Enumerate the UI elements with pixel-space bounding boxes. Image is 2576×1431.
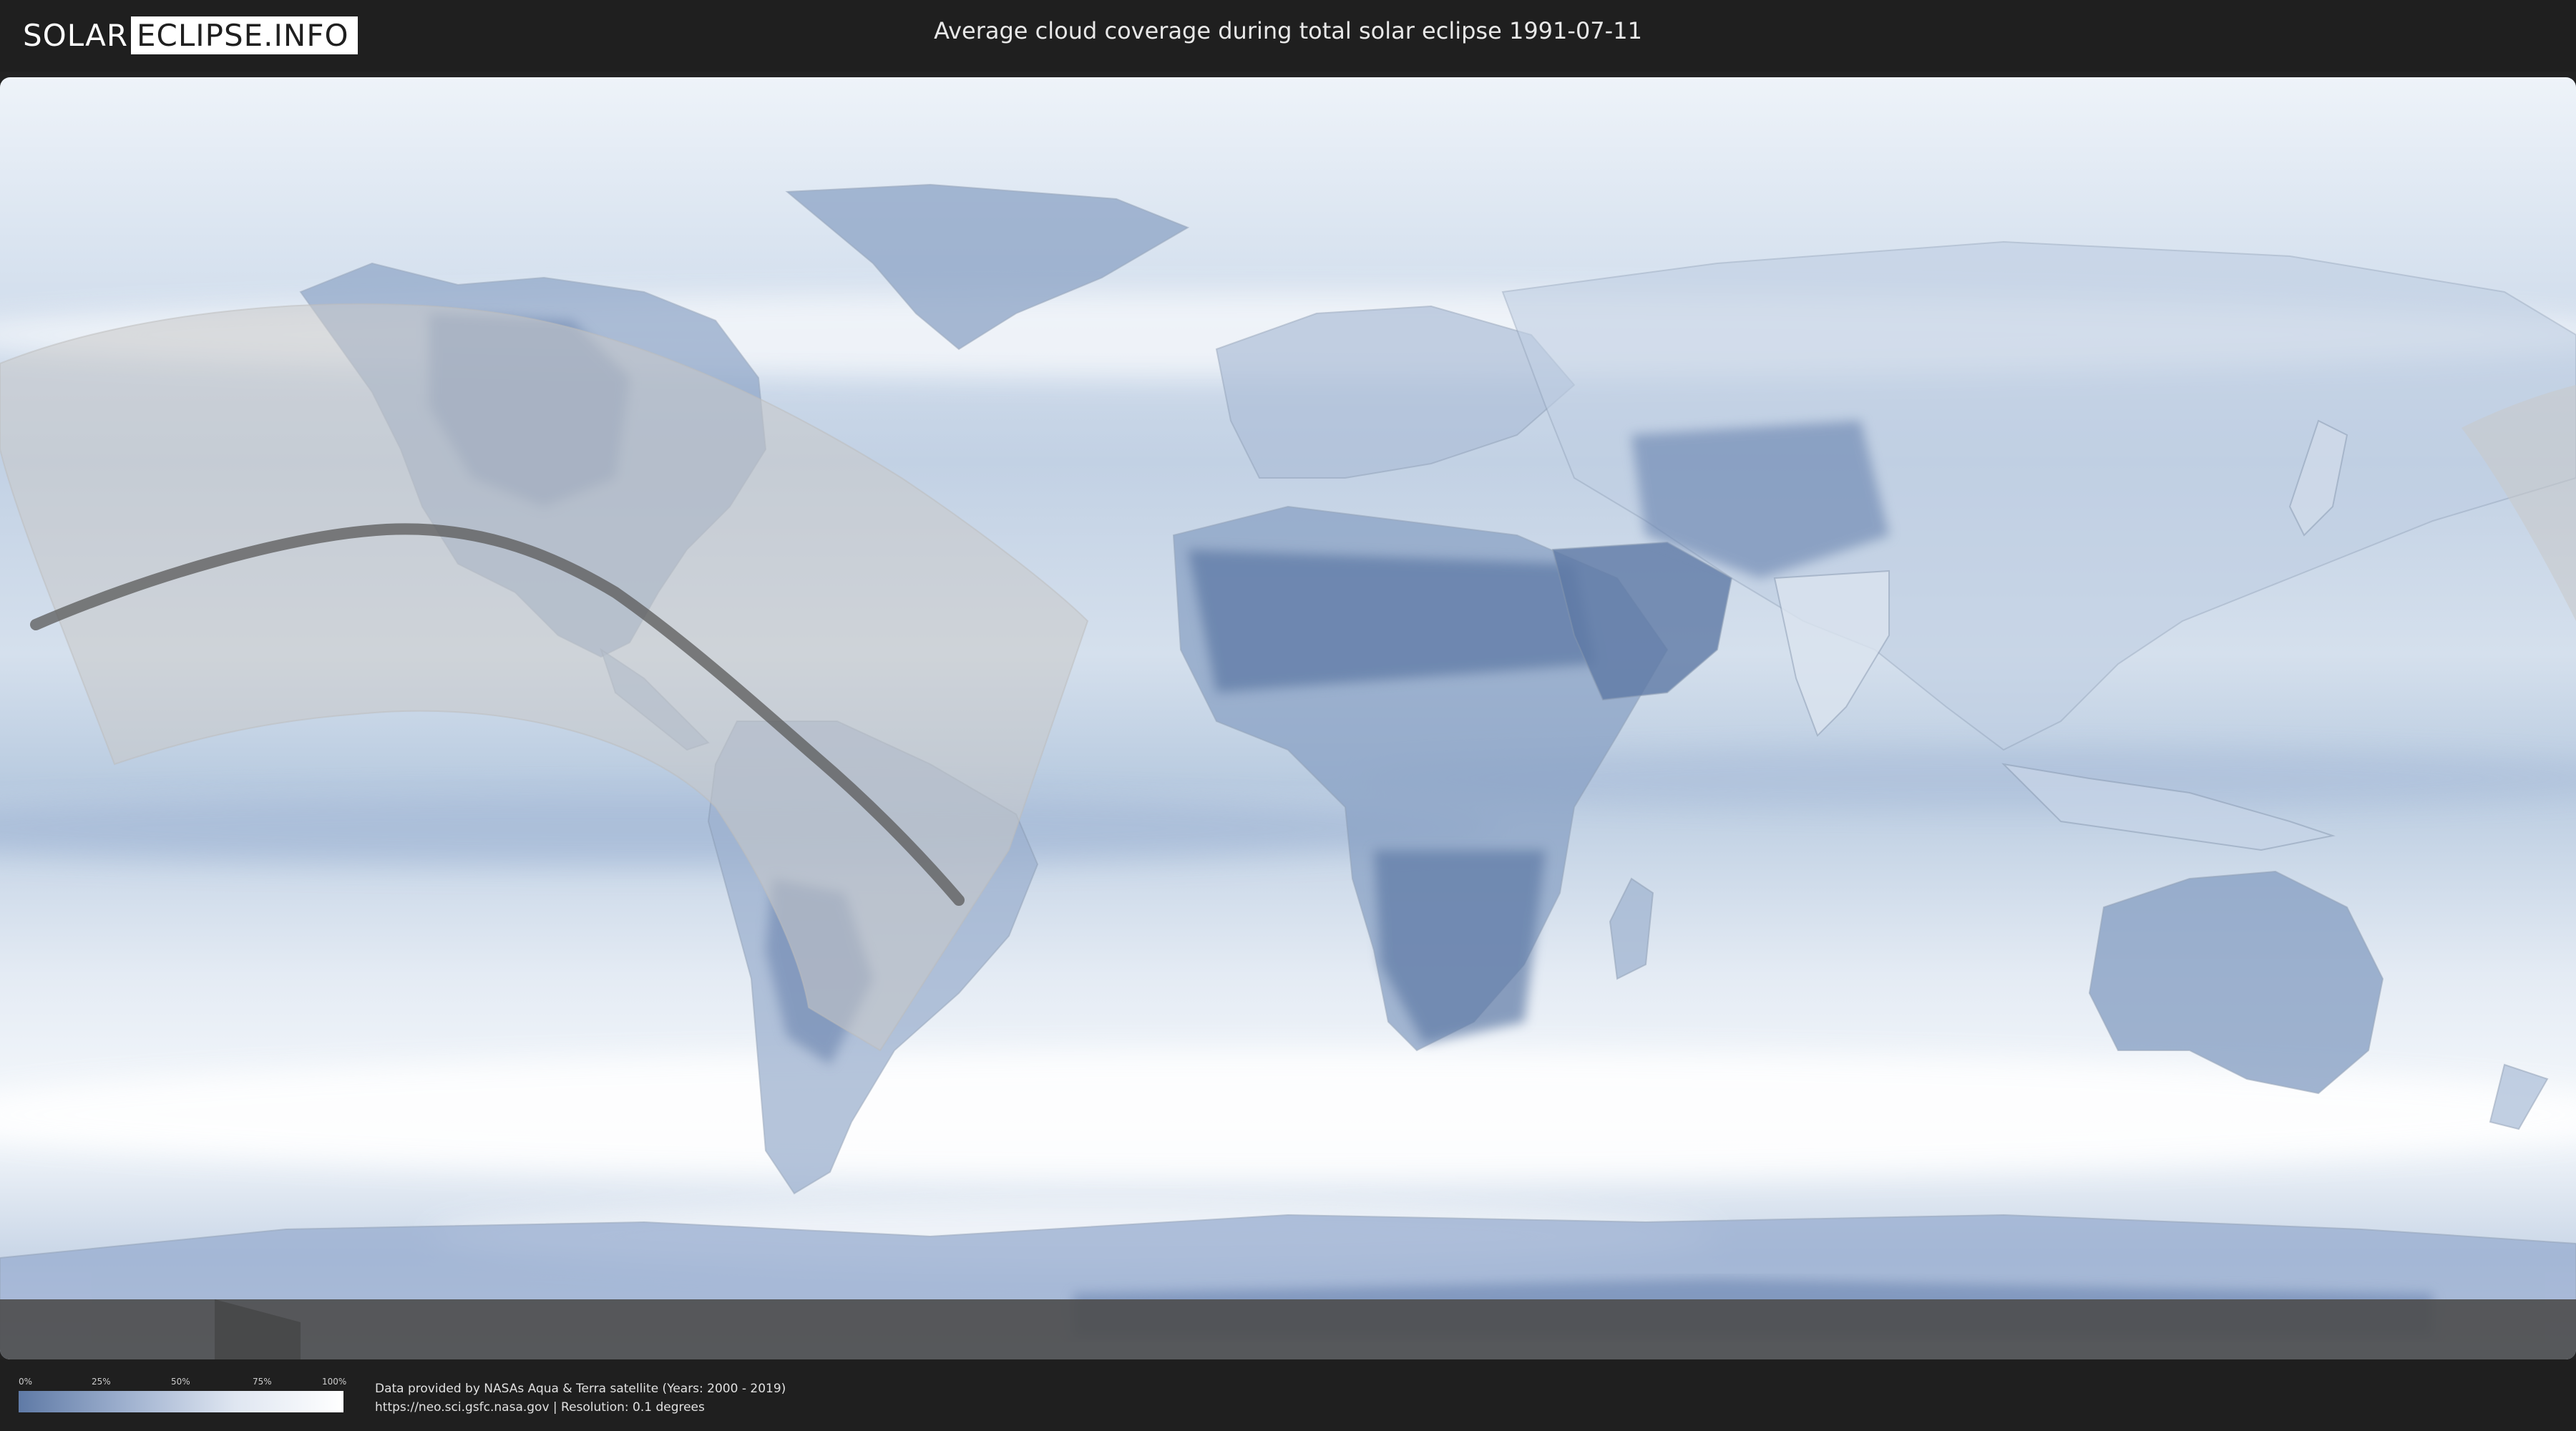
legend-color-bar <box>19 1391 343 1412</box>
legend-tick-25: 25% <box>92 1377 111 1387</box>
legend-tick-75: 75% <box>253 1377 272 1387</box>
page-title: Average cloud coverage during total sola… <box>934 17 1642 44</box>
credit-source: Data provided by NASAs Aqua & Terra sate… <box>375 1382 786 1396</box>
cloud-coverage-map[interactable] <box>0 77 2576 1359</box>
legend-tick-100: 100% <box>322 1377 347 1387</box>
data-credits: Data provided by NASAs Aqua & Terra sate… <box>375 1379 786 1417</box>
credit-url: https://neo.sci.gsfc.nasa.gov | Resoluti… <box>375 1400 705 1415</box>
polar-night-shade <box>0 1299 2576 1359</box>
legend-tick-50: 50% <box>171 1377 190 1387</box>
legend-tick-0: 0% <box>19 1377 33 1387</box>
header-bar: SOLAR ECLIPSE.INFO Average cloud coverag… <box>0 0 2576 72</box>
